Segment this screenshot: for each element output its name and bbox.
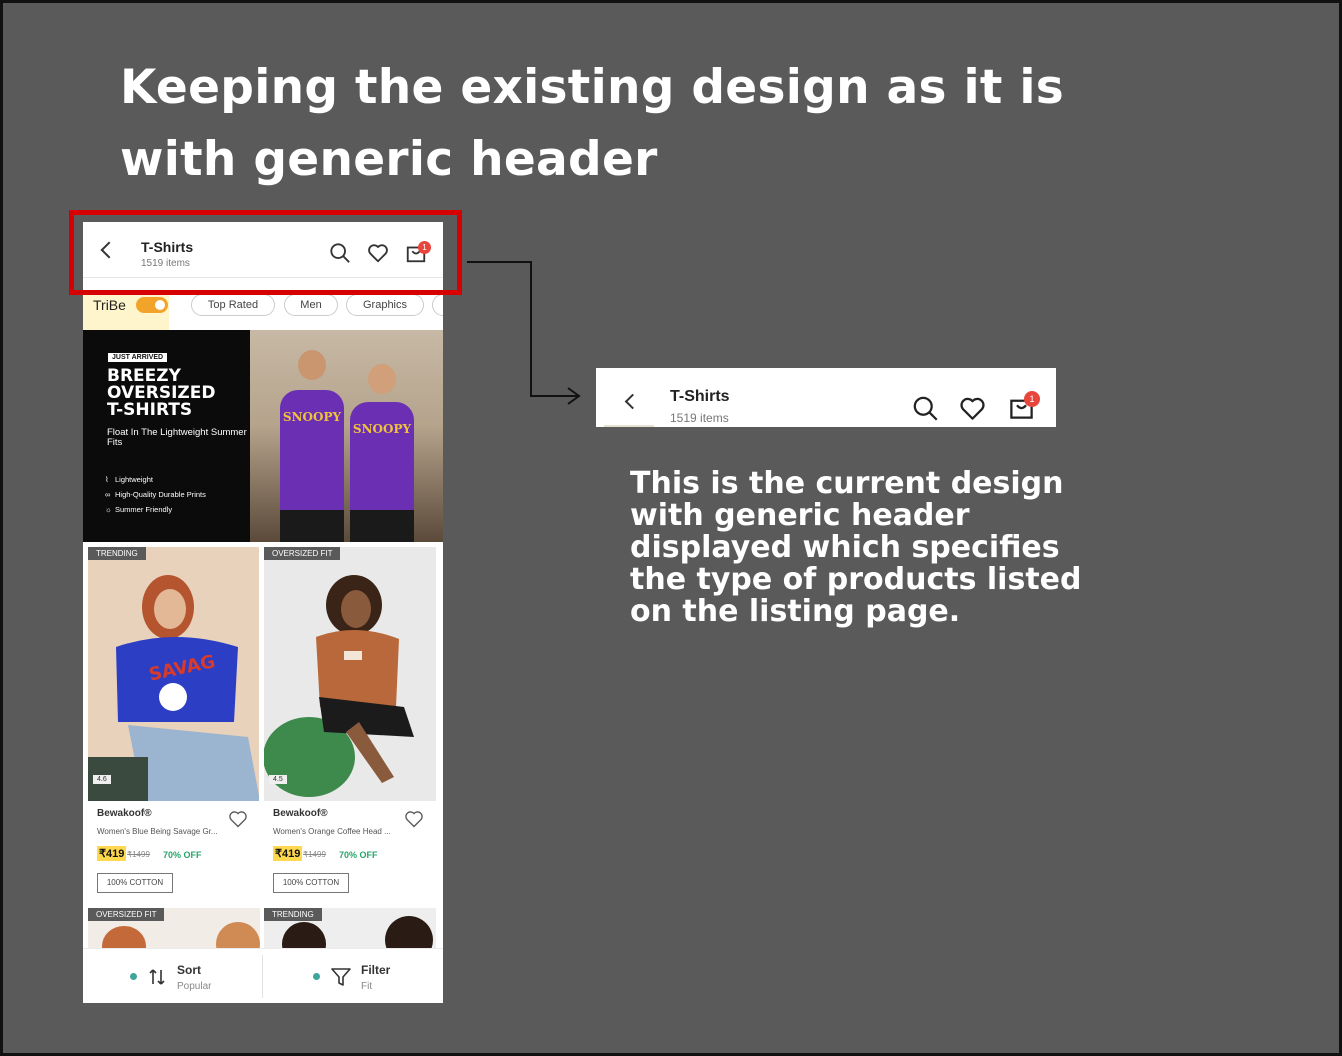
product-tag: TRENDING: [264, 908, 322, 921]
product-tag: OVERSIZED FIT: [264, 547, 341, 560]
chip-top-rated[interactable]: Top Rated: [191, 294, 275, 316]
rating-badge: 4.5: [269, 775, 287, 784]
highlight-box: [69, 210, 462, 295]
wishlist-heart-icon[interactable]: [228, 809, 248, 829]
sort-filter-bar: Sort Popular Filter Fit: [83, 948, 443, 1003]
slide-title: Keeping the existing design as it is wit…: [120, 60, 1065, 187]
product-name: Women's Blue Being Savage Gr...: [97, 827, 218, 836]
rating-badge: 4.6: [93, 775, 111, 784]
sort-active-dot: [130, 973, 137, 980]
brand-name: Bewakoof®: [97, 808, 152, 819]
item-count: 1519 items: [670, 411, 729, 425]
feature-lightweight: ⌇ Lightweight: [105, 475, 153, 484]
sort-button[interactable]: Sort: [177, 963, 201, 977]
filter-active-dot: [313, 973, 320, 980]
promo-banner[interactable]: JUST ARRIVED BREEZY OVERSIZED T-SHIRTS F…: [83, 330, 443, 542]
product-card[interactable]: SAVAG TRENDING 4.6 Bewakoof® Women's Blu…: [83, 543, 260, 898]
wishlist-heart-icon[interactable]: [404, 809, 424, 829]
material-tag: 100% COTTON: [97, 873, 173, 893]
cart-count-badge: 1: [1024, 391, 1040, 407]
chip-graphics[interactable]: Graphics: [346, 294, 424, 316]
price: ₹419: [273, 846, 303, 861]
original-price: ₹1499: [127, 850, 150, 859]
chip-more[interactable]: [432, 294, 443, 316]
product-card-peek[interactable]: OVERSIZED FIT: [88, 908, 260, 948]
zoomed-header: T-Shirts 1519 items 1: [596, 368, 1056, 427]
original-price: ₹1499: [303, 850, 326, 859]
price: ₹419: [97, 846, 127, 861]
heart-icon[interactable]: [959, 395, 986, 422]
material-tag: 100% COTTON: [273, 873, 349, 893]
product-tag: OVERSIZED FIT: [88, 908, 165, 921]
chip-men[interactable]: Men: [284, 294, 338, 316]
phone-screenshot: T-Shirts 1519 items 1 TriBe Top Rated Me…: [83, 222, 443, 1003]
product-image[interactable]: SAVAG: [88, 547, 260, 801]
banner-photo: SNOOPY SNOOPY: [250, 330, 443, 542]
feature-summer: ☼ Summer Friendly: [105, 505, 173, 514]
product-image[interactable]: [264, 547, 436, 801]
tab-underline: [604, 425, 654, 427]
discount: 70% OFF: [339, 850, 378, 860]
just-arrived-badge: JUST ARRIVED: [108, 353, 168, 362]
filter-funnel-icon[interactable]: [330, 966, 352, 988]
search-icon[interactable]: [912, 395, 939, 422]
page-title: T-Shirts: [670, 388, 730, 405]
filter-value: Fit: [361, 981, 373, 992]
feature-prints: ∞ High-Quality Durable Prints: [105, 490, 206, 499]
tribe-toggle[interactable]: [136, 297, 168, 313]
discount: 70% OFF: [163, 850, 202, 860]
back-arrow-icon[interactable]: [624, 393, 641, 410]
product-card-peek[interactable]: TRENDING: [264, 908, 436, 948]
brand-name: Bewakoof®: [273, 808, 328, 819]
sort-value: Popular: [177, 981, 212, 992]
banner-subline: Float In The Lightweight Summer Fits: [107, 427, 247, 448]
product-tag: TRENDING: [88, 547, 146, 560]
divider: [262, 955, 263, 998]
product-name: Women's Orange Coffee Head ...: [273, 827, 391, 836]
tribe-label: TriBe: [93, 297, 126, 313]
product-card[interactable]: OVERSIZED FIT 4.5 Bewakoof® Women's Oran…: [259, 543, 436, 898]
filter-chips-row: TriBe Top Rated Men Graphics: [83, 292, 443, 330]
tribe-toggle-chip[interactable]: TriBe: [83, 292, 169, 330]
sort-icon[interactable]: [147, 967, 167, 987]
banner-headline: BREEZY OVERSIZED T-SHIRTS: [107, 366, 216, 420]
model-tee-left: SNOOPY: [280, 390, 344, 520]
description-text: This is the current design with generic …: [630, 466, 1082, 629]
connector-arrow: [467, 261, 581, 405]
filter-button[interactable]: Filter: [361, 963, 390, 977]
